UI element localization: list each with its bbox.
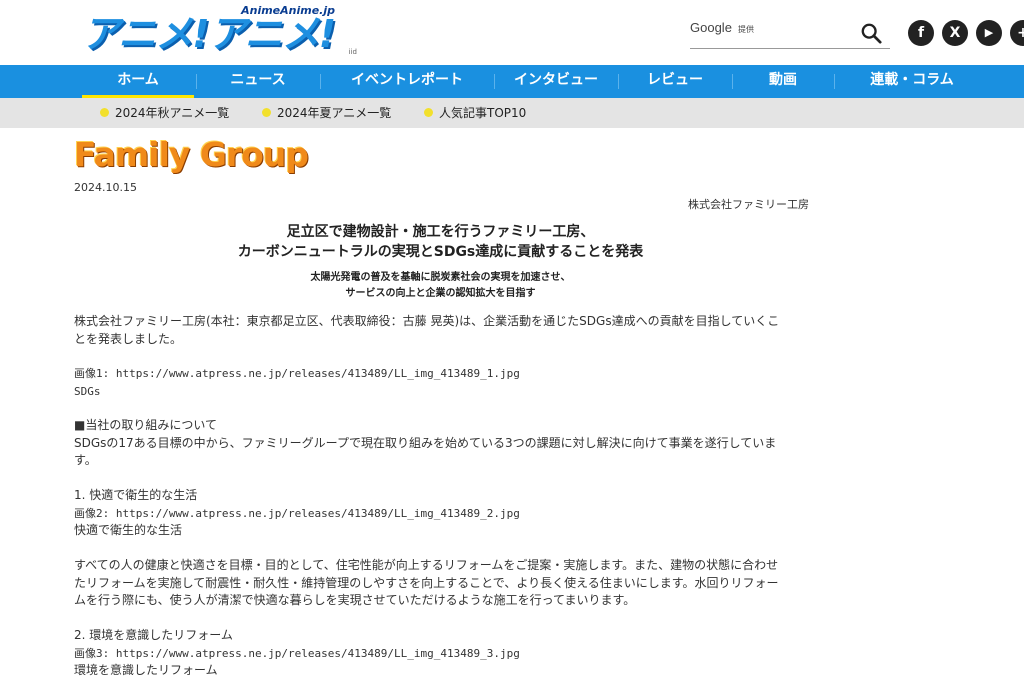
article-title-line: 足立区で建物設計・施工を行うファミリー工房、 [286, 224, 595, 240]
sub-nav: 2024年秋アニメ一覧 2024年夏アニメ一覧 人気記事TOP10 [0, 98, 1024, 128]
nav-item-review[interactable]: レビュー [620, 65, 730, 98]
search-box: Google 提供 [690, 18, 890, 49]
subnav-item-popular-top10[interactable]: 人気記事TOP10 [424, 98, 526, 128]
subnav-item-label: 人気記事TOP10 [439, 106, 527, 120]
article-paragraph: すべての人の健康と快適さを目標・目的として、住宅性能が向上するリフォームをご提案… [74, 557, 809, 610]
search-icon[interactable] [860, 22, 882, 44]
item-heading: 1. 快適で衛生的な生活 [74, 488, 198, 502]
article-section: ■当社の取り組みについて SDGsの17ある目標の中から、ファミリーグループで現… [74, 417, 809, 470]
image-url-text: 画像3: https://www.atpress.ne.jp/releases/… [74, 646, 520, 660]
image-url-text: 画像1: https://www.atpress.ne.jp/releases/… [74, 367, 520, 380]
article-title: 足立区で建物設計・施工を行うファミリー工房、 カーボンニュートラルの実現とSDG… [74, 222, 807, 262]
article-item-2: 2. 環境を意識したリフォーム 画像3: https://www.atpress… [74, 627, 809, 680]
image-caption: 快適で衛生的な生活 [74, 523, 183, 537]
image-url-text: 画像2: https://www.atpress.ne.jp/releases/… [74, 506, 520, 520]
paragraph-line: ムを行う際にも、使う人が清潔で快適な暮らしを実現させていただけるような施工を行っ… [74, 593, 636, 607]
article-item-1: 1. 快適で衛生的な生活 画像2: https://www.atpress.ne… [74, 487, 809, 540]
nav-divider [494, 74, 495, 89]
nav-divider [618, 74, 619, 89]
search-brand-sub: 提供 [738, 25, 754, 34]
subnav-item-autumn-2024[interactable]: 2024年秋アニメ一覧 [100, 98, 229, 128]
paragraph-line: SDGsの17ある目標の中から、ファミリーグループで現在取り組みを始めている3つ… [74, 435, 777, 450]
nav-item-news[interactable]: ニュース [198, 65, 318, 98]
article-paragraph: 株式会社ファミリー工房(本社：東京都足立区、代表取締役：古藤 晃英)は、企業活動… [74, 313, 809, 348]
bullet-dot-icon [424, 108, 433, 117]
article-issuer: 株式会社ファミリー工房 [688, 198, 809, 211]
subnav-item-summer-2024[interactable]: 2024年夏アニメ一覧 [262, 98, 391, 128]
youtube-icon[interactable]: ▶ [976, 20, 1002, 46]
nav-divider [834, 74, 835, 89]
nav-divider [732, 74, 733, 89]
image-reference: 画像1: https://www.atpress.ne.jp/releases/… [74, 365, 809, 400]
site-logo-tag: iid [348, 48, 357, 56]
section-heading: ■当社の取り組みについて [74, 418, 217, 432]
article-subtitle: 太陽光発電の普及を基軸に脱炭素社会の実現を加速させ、 サービスの向上と企業の認知… [74, 270, 807, 302]
nav-item-column[interactable]: 連載・コラム [836, 65, 988, 98]
nav-item-home[interactable]: ホーム [82, 65, 194, 98]
item-heading: 2. 環境を意識したリフォーム [74, 628, 233, 642]
nav-item-event-report[interactable]: イベントレポート [322, 65, 492, 98]
site-header: AnimeAnime.jp アニメ!アニメ! iid Google 提供 f X… [0, 0, 1024, 65]
article-date: 2024.10.15 [74, 181, 137, 194]
search-input[interactable] [765, 18, 854, 46]
paragraph-line: たリフォームを実施して耐震性・耐久性・維持管理のしやすさを向上することで、より長… [74, 575, 779, 590]
site-logo-main-text: アニメ!アニメ! [82, 12, 336, 56]
company-logo: Family Group [74, 135, 309, 174]
nav-item-video[interactable]: 動画 [734, 65, 832, 98]
article-title-line: カーボンニュートラルの実現とSDGs達成に貢献することを発表 [237, 244, 644, 260]
nav-divider [196, 74, 197, 89]
subnav-item-label: 2024年秋アニメ一覧 [115, 106, 230, 120]
facebook-icon[interactable]: f [908, 20, 934, 46]
bullet-dot-icon [100, 108, 109, 117]
image-caption: 環境を意識したリフォーム [74, 663, 218, 677]
search-brand: Google [690, 20, 732, 35]
x-twitter-icon[interactable]: X [942, 20, 968, 46]
nav-divider [320, 74, 321, 89]
more-social-icon[interactable]: + [1010, 20, 1024, 46]
subnav-item-label: 2024年夏アニメ一覧 [277, 106, 392, 120]
site-logo[interactable]: AnimeAnime.jp アニメ!アニメ! iid [82, 4, 357, 58]
paragraph-line: 株式会社ファミリー工房(本社：東京都足立区、代表取締役：古藤 晃英)は、企業活動… [74, 314, 780, 328]
article-subtitle-line: サービスの向上と企業の認知拡大を目指す [345, 288, 536, 299]
main-nav: ホーム ニュース イベントレポート インタビュー レビュー 動画 連載・コラム [0, 65, 1024, 98]
paragraph-line: すべての人の健康と快適さを目標・目的として、住宅性能が向上するリフォームをご提案… [74, 558, 779, 572]
bullet-dot-icon [262, 108, 271, 117]
article-subtitle-line: 太陽光発電の普及を基軸に脱炭素社会の実現を加速させ、 [310, 272, 571, 283]
paragraph-line: す。 [74, 453, 97, 467]
nav-item-interview[interactable]: インタビュー [496, 65, 616, 98]
paragraph-line: とを発表しました。 [74, 331, 183, 346]
image-caption: SDGs [74, 384, 101, 398]
